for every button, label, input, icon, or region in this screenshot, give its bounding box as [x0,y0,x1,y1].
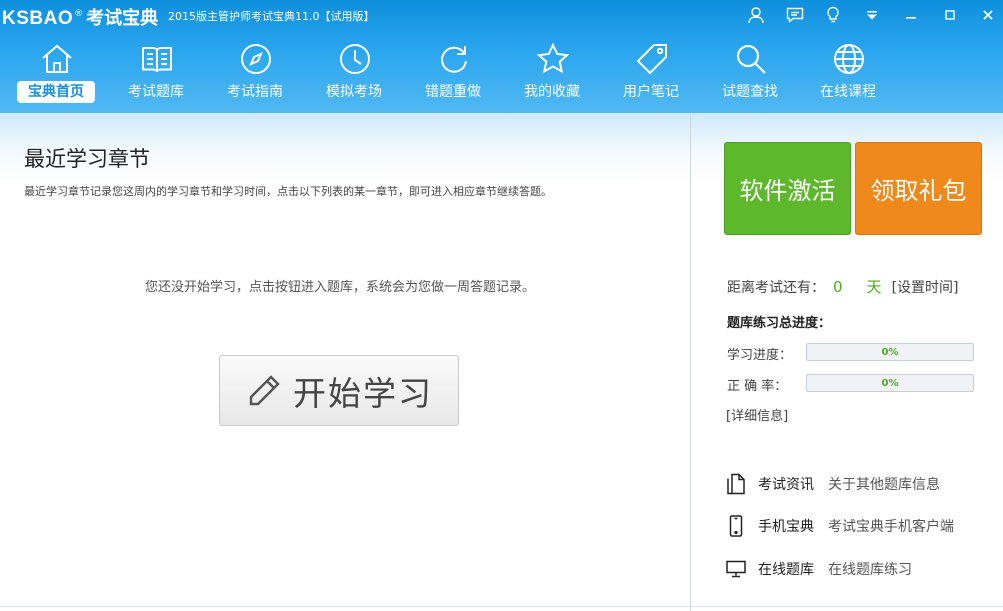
nav-label: 在线课程 [820,84,876,100]
home-icon [42,44,72,73]
link-description: 考试宝典手机客户端 [828,519,954,535]
activate-software-button[interactable]: 软件激活 [724,142,851,235]
accuracy-label: 正 确 率： [727,379,788,394]
nav-label: 模拟考场 [326,84,382,100]
online-bank-link[interactable]: 在线题库 在线题库练习 [724,556,912,582]
nav-item-redo-mistakes[interactable]: 错题重做 [411,36,495,108]
claim-gift-button[interactable]: 领取礼包 [855,142,982,235]
nav-label: 宝典首页 [17,81,95,103]
panel-divider [690,113,691,611]
menu-dropdown-icon[interactable] [860,4,884,26]
globe-icon [834,44,864,74]
nav-item-home[interactable]: 宝典首页 [14,36,98,108]
logo-name: 考试宝典 [86,8,159,29]
bottom-border [0,606,1003,607]
bulb-icon[interactable] [821,4,845,26]
nav-item-user-notes[interactable]: 用户笔记 [609,36,693,108]
nav-label: 用户笔记 [623,84,679,100]
link-name: 在线题库 [758,562,814,578]
nav-label: 试题查找 [722,84,778,100]
start-learning-button[interactable]: 开始学习 [219,355,459,426]
header: KSBAO ® 考试宝典 2015版主管护师考试宝典11.0【试用版】 宝典首页… [0,0,1003,113]
nav-label: 我的收藏 [524,84,580,100]
search-icon [736,44,766,74]
exam-days-value: 0 [833,278,843,296]
pencil-icon [249,374,280,405]
progress-title: 题库练习总进度： [727,316,832,331]
page-description: 最近学习章节记录您这周内的学习章节和学习时间，点击以下列表的某一章节，即可进入相… [24,185,552,198]
nav-item-mock-exam[interactable]: 模拟考场 [312,36,396,108]
nav-item-question-search[interactable]: 试题查找 [708,36,792,108]
nav-label: 考试题库 [128,84,184,100]
user-icon[interactable] [744,4,768,26]
minimize-icon[interactable] [899,4,923,26]
accuracy-value: 0% [881,377,899,389]
maximize-icon[interactable] [938,4,962,26]
logo-registered-mark: ® [74,9,84,19]
link-description: 在线题库练习 [828,562,912,578]
study-progress-bar: 0% [806,343,974,361]
title-bar: KSBAO ® 考试宝典 2015版主管护师考试宝典11.0【试用版】 [0,0,1003,32]
refresh-icon [441,46,467,73]
document-icon [724,472,748,496]
tag-icon [636,44,667,75]
mobile-app-link[interactable]: 手机宝典 考试宝典手机客户端 [724,513,954,539]
nav-label: 考试指南 [227,84,283,100]
link-description: 关于其他题库信息 [828,477,940,493]
nav-label: 错题重做 [425,84,481,100]
set-time-link[interactable]: [设置时间] [892,277,959,297]
nav-item-question-bank[interactable]: 考试题库 [114,36,198,108]
close-icon[interactable] [976,4,1000,26]
exam-days-unit: 天 [866,278,882,296]
message-icon[interactable] [783,4,807,26]
accuracy-bar: 0% [806,374,974,392]
detail-info-link[interactable]: [详细信息] [726,405,788,424]
nav-item-favorites[interactable]: 我的收藏 [510,36,594,108]
nav-item-exam-guide[interactable]: 考试指南 [213,36,297,108]
main-nav: 宝典首页 考试题库 考试指南 模拟考场 错题重做 我的收藏 用户笔记 试题查找 [0,36,1003,108]
start-learning-label: 开始学习 [293,373,433,413]
link-name: 手机宝典 [758,519,814,535]
compass-icon [241,44,271,74]
exam-countdown-label: 距离考试还有： [727,280,825,296]
window-title: 2015版主管护师考试宝典11.0【试用版】 [168,10,375,23]
empty-state-message: 您还没开始学习，点击按钮进入题库，系统会为您做一周答题记录。 [144,280,535,295]
star-icon [536,42,570,74]
logo-brand: KSBAO [2,8,74,29]
exam-countdown: 距离考试还有： 0 天 [设置时间] [727,276,959,297]
mobile-icon [724,514,748,538]
nav-item-online-courses[interactable]: 在线课程 [806,36,890,108]
study-progress-label: 学习进度： [727,348,793,363]
link-name: 考试资讯 [758,477,814,493]
exam-news-link[interactable]: 考试资讯 关于其他题库信息 [724,471,940,497]
study-progress-value: 0% [881,346,899,358]
monitor-icon [724,557,748,581]
book-icon [142,47,172,73]
clock-icon [340,44,370,74]
page-title: 最近学习章节 [24,147,150,171]
app-logo: KSBAO ® 考试宝典 [2,4,159,29]
